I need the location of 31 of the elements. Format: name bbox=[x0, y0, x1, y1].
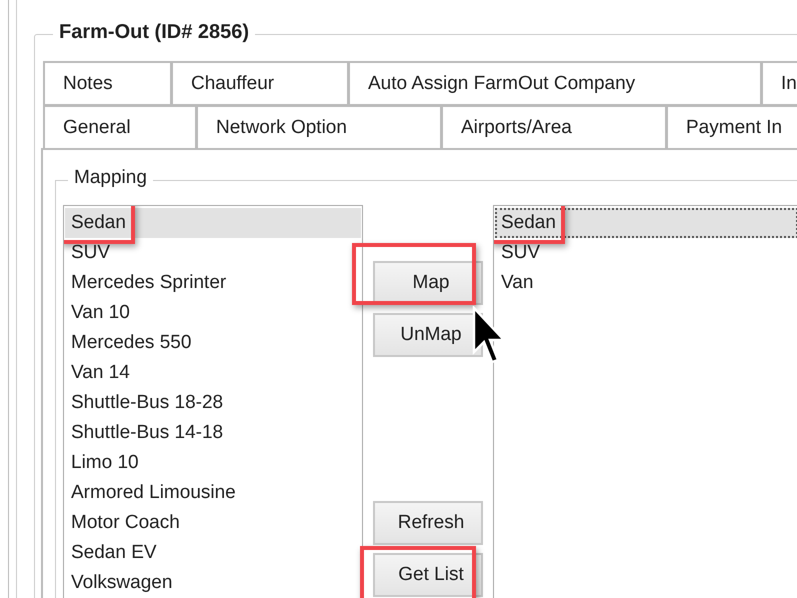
group-title: Mapping bbox=[68, 167, 153, 189]
list-item[interactable]: Van bbox=[495, 268, 797, 298]
action-button[interactable]: UnMap bbox=[373, 313, 483, 357]
mapped-list[interactable]: Sedan SUV Van bbox=[493, 205, 797, 598]
list-item[interactable]: Sedan EV bbox=[65, 538, 361, 568]
list-item[interactable]: SUV bbox=[65, 238, 361, 268]
tab[interactable]: Airports/Area bbox=[441, 105, 666, 148]
list-item[interactable]: Volkswagen bbox=[65, 568, 361, 598]
list-item[interactable]: Mercedes Sprinter bbox=[65, 268, 361, 298]
list-item[interactable]: Van 14 bbox=[65, 358, 361, 388]
action-button[interactable]: Get List bbox=[373, 553, 483, 597]
list-item[interactable]: Shuttle-Bus 14-18 bbox=[65, 418, 361, 448]
list-item[interactable]: Mercedes 550 bbox=[65, 328, 361, 358]
tab[interactable]: Chauffeur bbox=[171, 61, 348, 105]
group-title: Farm-Out (ID# 2856) bbox=[53, 21, 256, 44]
list-item[interactable]: Motor Coach bbox=[65, 508, 361, 538]
tab[interactable]: General bbox=[43, 105, 196, 148]
list-item[interactable]: Armored Limousine bbox=[65, 478, 361, 508]
list-item[interactable]: Sedan bbox=[495, 208, 797, 238]
tab[interactable]: In bbox=[761, 61, 797, 105]
tab[interactable]: Notes bbox=[43, 61, 171, 105]
action-button[interactable]: Refresh bbox=[373, 501, 483, 545]
list-item[interactable]: Van 10 bbox=[65, 298, 361, 328]
list-item[interactable]: Limo 10 bbox=[65, 448, 361, 478]
list-item[interactable]: Shuttle-Bus 18-28 bbox=[65, 388, 361, 418]
list-item[interactable]: Sedan bbox=[65, 208, 361, 238]
tab[interactable]: Network Option bbox=[196, 105, 441, 148]
list-item[interactable]: SUV bbox=[495, 238, 797, 268]
vehicle-list[interactable]: Sedan SUV Mercedes Sprinter Van 10 Mercedes 550 Van 14 Shuttle-Bus 18-28 Shuttle-Bus 14-18 Limo 10 Armored Limousine Motor Coach Sedan EV Volkswagen bbox=[63, 205, 363, 598]
tab[interactable]: Payment In bbox=[666, 105, 797, 148]
tab[interactable]: Auto Assign FarmOut Company bbox=[348, 61, 761, 105]
